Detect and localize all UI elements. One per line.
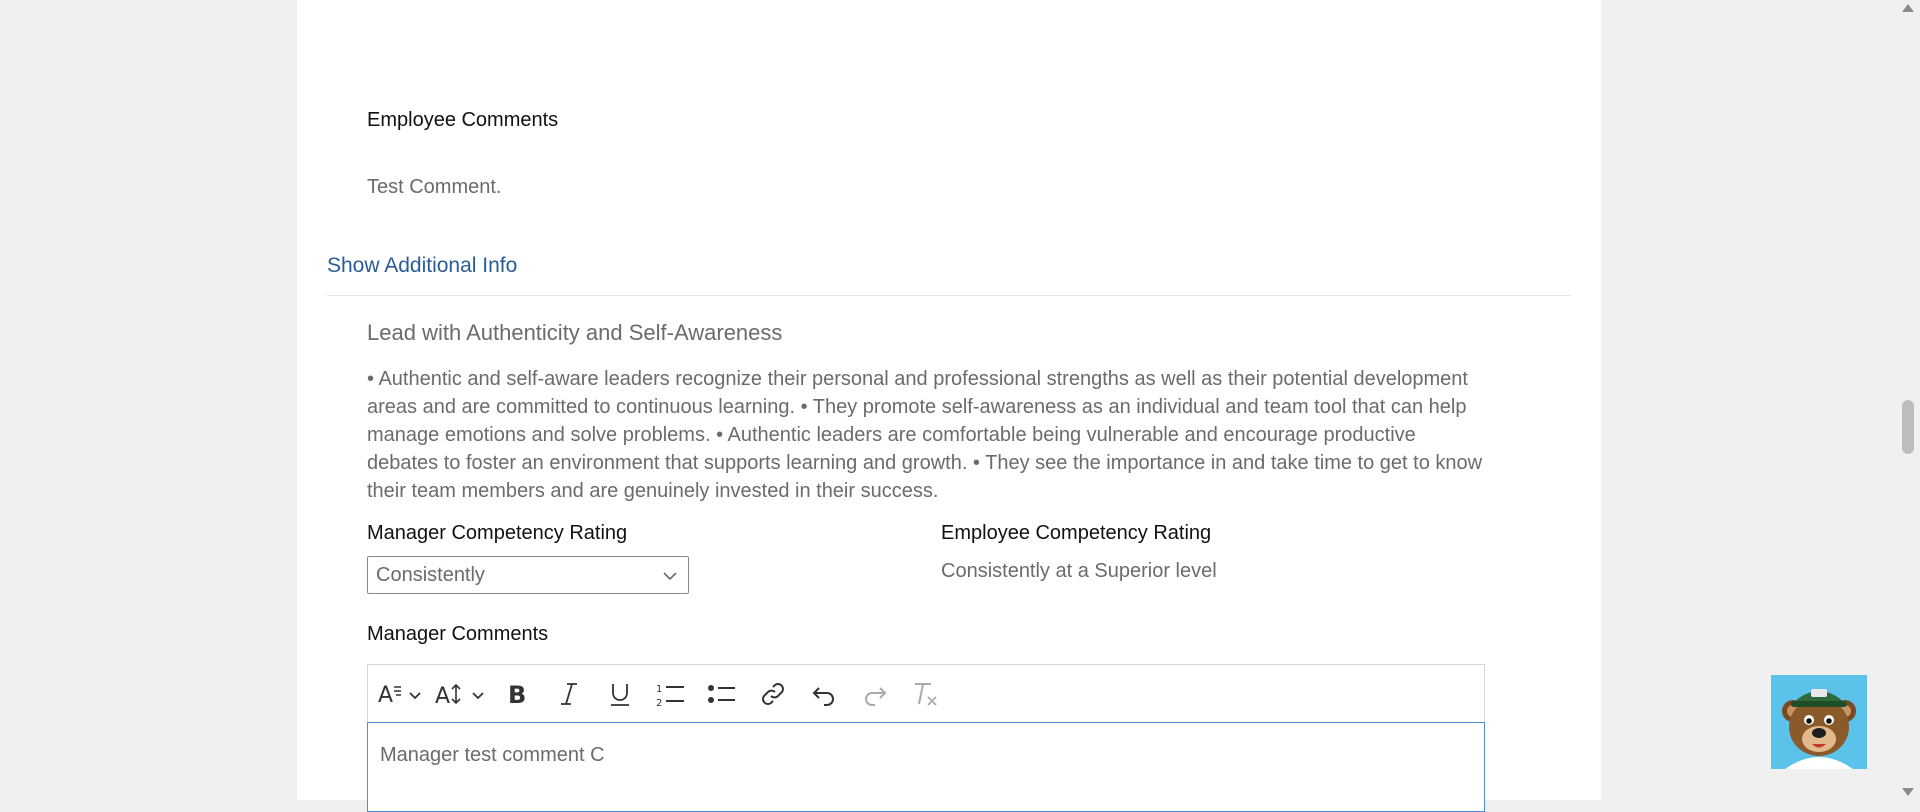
svg-text:2: 2 <box>656 698 662 707</box>
employee-comments-text: Test Comment. <box>367 176 502 198</box>
page-content: Employee Comments Test Comment. Show Add… <box>297 0 1601 812</box>
competency-title: Lead with Authenticity and Self-Awarenes… <box>367 320 783 345</box>
scroll-thumb[interactable] <box>1902 400 1914 454</box>
link-icon[interactable] <box>753 674 793 714</box>
svg-text:A: A <box>435 684 450 708</box>
manager-comments-text: Manager test comment C <box>380 744 605 766</box>
manager-rating-select[interactable]: Consistently <box>367 556 689 594</box>
divider <box>327 295 1571 296</box>
chevron-down-icon <box>662 567 678 583</box>
bulleted-list-icon[interactable] <box>702 674 742 714</box>
editor-toolbar: A A B 1 2 <box>367 664 1485 722</box>
svg-text:A: A <box>378 683 393 708</box>
redo-icon[interactable] <box>855 674 895 714</box>
scroll-up-arrow-icon[interactable] <box>1902 4 1914 12</box>
svg-text:1: 1 <box>656 684 662 695</box>
numbered-list-icon[interactable]: 1 2 <box>651 674 691 714</box>
chatbot-mascot-button[interactable] <box>1771 675 1867 769</box>
italic-icon[interactable] <box>549 674 589 714</box>
show-additional-info-link[interactable]: Show Additional Info <box>327 254 517 278</box>
manager-rating-value: Consistently <box>376 563 485 586</box>
competency-description: • Authentic and self-aware leaders recog… <box>367 368 1483 502</box>
employee-rating-value: Consistently at a Superior level <box>941 560 1217 582</box>
bold-icon[interactable]: B <box>498 674 538 714</box>
scroll-down-arrow-icon[interactable] <box>1902 788 1914 796</box>
underline-icon[interactable] <box>600 674 640 714</box>
undo-icon[interactable] <box>804 674 844 714</box>
employee-comments-label: Employee Comments <box>367 109 559 131</box>
page-scrollbar[interactable] <box>1896 0 1920 800</box>
clear-formatting-icon[interactable] <box>906 674 946 714</box>
employee-rating-label: Employee Competency Rating <box>941 522 1212 544</box>
bear-mascot-icon <box>1782 689 1856 769</box>
font-size-icon[interactable]: A <box>435 674 487 714</box>
manager-comments-editor[interactable]: Manager test comment C <box>367 722 1485 812</box>
svg-text:B: B <box>508 681 526 707</box>
manager-comments-label: Manager Comments <box>367 623 549 645</box>
font-style-icon[interactable]: A <box>378 674 424 714</box>
manager-rating-label: Manager Competency Rating <box>367 522 628 544</box>
